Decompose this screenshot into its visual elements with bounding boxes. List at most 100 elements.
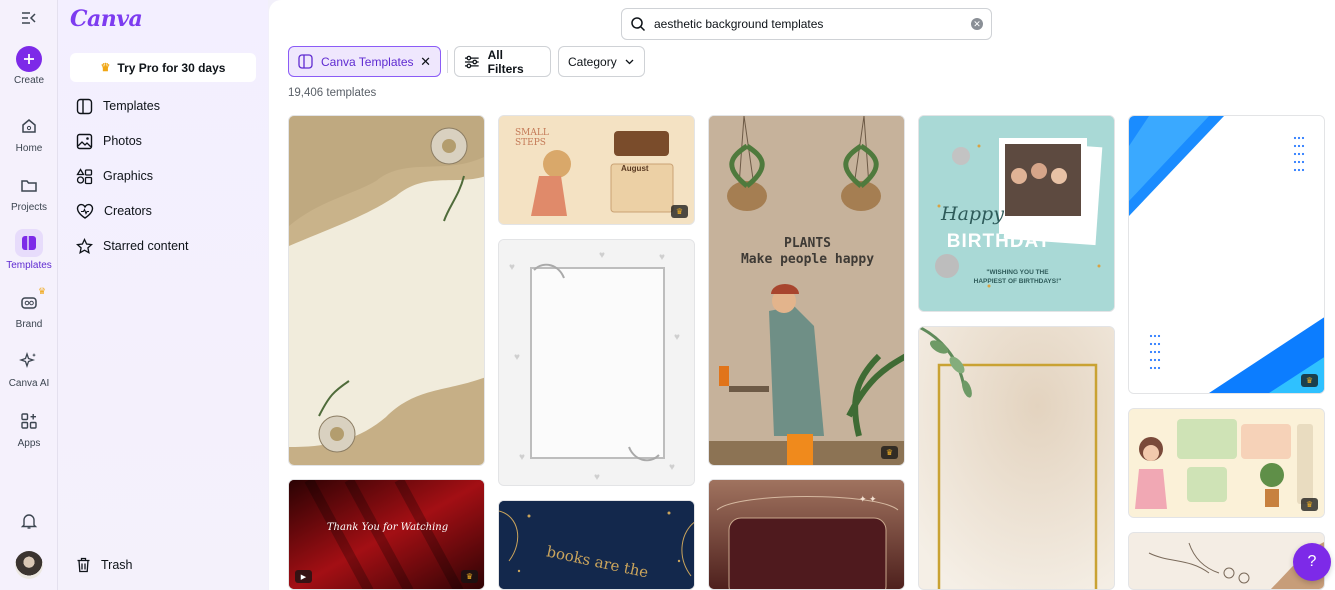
sliders-icon [464, 55, 479, 68]
filter-chip-canva-templates[interactable]: Canva Templates ✕ [288, 46, 441, 77]
notifications-button[interactable] [0, 507, 58, 535]
template-card-thank-you[interactable]: Thank You for Watching ▶ ♛ [288, 479, 485, 590]
results-count: 19,406 templates [288, 87, 377, 99]
category-dropdown[interactable]: Category [558, 46, 645, 77]
maroon-frame-artwork: ✦ ✦ [709, 480, 904, 589]
apps-icon [15, 407, 43, 435]
svg-text:♥: ♥ [659, 252, 665, 263]
girl-reading-artwork [1129, 409, 1324, 517]
pro-crown-icon: ♛ [671, 205, 688, 218]
svg-text:♥: ♥ [669, 462, 675, 473]
nav-label: Trash [101, 558, 133, 572]
plants-title: PLANTS Make people happy [740, 236, 875, 267]
home-icon [15, 112, 43, 140]
templates-nav-icon [76, 98, 93, 114]
canva-ai-label: Canva AI [8, 378, 50, 389]
nav-item-templates[interactable]: Templates [76, 93, 160, 119]
avatar [15, 551, 43, 579]
nav-label: Photos [103, 134, 142, 148]
all-filters-button[interactable]: All Filters [454, 46, 551, 77]
nav-label: Starred content [103, 239, 189, 253]
projects-label: Projects [10, 202, 48, 213]
calendar-month: August [621, 164, 649, 173]
rail-home[interactable]: Home [0, 112, 58, 154]
pro-crown-icon: ♛ [1301, 498, 1318, 511]
clear-search-icon[interactable]: ✕ [971, 18, 983, 30]
svg-text:♥: ♥ [594, 472, 600, 483]
try-pro-button[interactable]: ♛ Try Pro for 30 days [70, 53, 256, 82]
image-icon [76, 133, 93, 149]
svg-text:♥: ♥ [519, 452, 525, 463]
pro-crown-icon: ♛ [1301, 374, 1318, 387]
nav-item-starred[interactable]: Starred content [76, 233, 188, 259]
template-card-vintage-map[interactable] [288, 115, 485, 466]
red-curtain-artwork [289, 480, 484, 589]
nav-item-graphics[interactable]: Graphics [76, 163, 153, 189]
template-card-books[interactable]: books are the [498, 500, 695, 590]
bell-icon [15, 507, 43, 535]
template-card-maroon-frame[interactable]: ✦ ✦ [708, 479, 905, 590]
pro-crown-icon: ♛ [38, 286, 47, 296]
nav-label: Templates [103, 99, 160, 113]
svg-text:♥: ♥ [514, 352, 520, 363]
help-button[interactable]: ? [1293, 543, 1331, 581]
star-icon [76, 237, 93, 254]
rail-canva-ai[interactable]: Canva AI [0, 347, 58, 389]
birthday-title: BIRTHDAY [946, 231, 1052, 252]
template-card-blue-shapes[interactable]: ♛ [1128, 115, 1325, 394]
plus-icon [16, 46, 42, 72]
svg-text:♥: ♥ [509, 262, 515, 273]
template-card-plants[interactable]: PLANTS Make people happy ♛ [708, 115, 905, 466]
template-card-gold-frame[interactable] [918, 326, 1115, 590]
small-steps-title: SMALL STEPS [515, 128, 549, 148]
nav-label: Graphics [103, 169, 154, 183]
play-icon: ▶ [295, 570, 312, 583]
gold-frame-artwork [919, 327, 1114, 589]
brand-label: Brand [15, 319, 43, 330]
collapse-panel-button[interactable] [0, 9, 58, 27]
crown-icon: ♛ [100, 62, 111, 74]
template-card-girl-reading[interactable]: ♛ [1128, 408, 1325, 518]
search-bar[interactable]: aesthetic background templates ✕ [621, 8, 992, 40]
birthday-subtitle: "WISHING YOU THE HAPPIEST OF BIRTHDAYS!" [973, 269, 1062, 285]
vintage-map-artwork [289, 116, 484, 465]
nav-label: Creators [104, 204, 152, 218]
search-icon [631, 17, 646, 32]
home-label: Home [15, 143, 43, 154]
main-content: aesthetic background templates ✕ Canva T… [269, 0, 1335, 590]
svg-text:♥: ♥ [674, 332, 680, 343]
account-button[interactable] [0, 551, 58, 579]
apps-label: Apps [17, 438, 41, 449]
trash-icon [77, 557, 90, 573]
left-rail: Create Home Projects Templates ♛ Brand C… [0, 0, 58, 590]
rail-templates[interactable]: Templates [0, 229, 58, 271]
pro-crown-icon: ♛ [461, 570, 478, 583]
folder-icon [15, 171, 43, 199]
chevron-down-icon [625, 59, 634, 64]
all-filters-label: All Filters [487, 47, 524, 76]
divider [447, 50, 448, 73]
rail-brand[interactable]: ♛ Brand [0, 286, 58, 330]
category-label: Category [568, 54, 617, 69]
canva-logo[interactable]: Canva [70, 6, 143, 32]
nav-item-trash[interactable]: Trash [76, 552, 133, 578]
nav-item-photos[interactable]: Photos [76, 128, 142, 154]
birthday-happy-text: Happy [941, 203, 1004, 225]
sparkle-icon [15, 347, 43, 375]
heart-icon [76, 203, 94, 219]
try-pro-label: Try Pro for 30 days [117, 60, 226, 75]
thank-you-text: Thank You for Watching [326, 522, 449, 533]
search-input[interactable]: aesthetic background templates [654, 17, 971, 31]
templates-icon [15, 229, 43, 257]
plants-artwork [709, 116, 904, 465]
remove-filter-icon[interactable]: ✕ [420, 54, 431, 70]
rail-apps[interactable]: Apps [0, 407, 58, 449]
nav-item-creators[interactable]: Creators [76, 198, 152, 224]
template-card-small-steps[interactable]: SMALL STEPS August ♛ [498, 115, 695, 225]
template-card-hearts-frame[interactable]: ♥ ♥ ♥ ♥ ♥ ♥ ♥ ♥ [498, 239, 695, 486]
rail-projects[interactable]: Projects [0, 171, 58, 213]
pro-crown-icon: ♛ [881, 446, 898, 459]
templates-chip-icon [298, 54, 313, 69]
create-button[interactable]: Create [0, 46, 58, 86]
template-card-birthday[interactable]: Happy BIRTHDAY "WISHING YOU THE HAPPIEST… [918, 115, 1115, 312]
